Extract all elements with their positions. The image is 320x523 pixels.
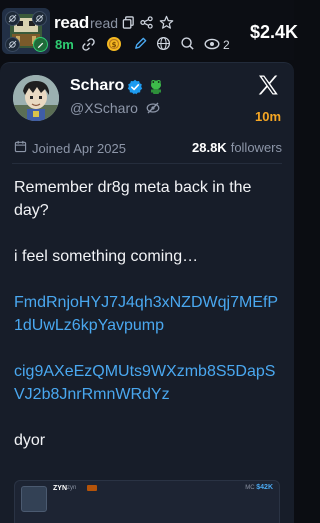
pen-icon[interactable]: [133, 36, 148, 51]
token-name: read: [54, 13, 90, 32]
tweet-body: Remember dr8g meta back in the day? i fe…: [14, 176, 286, 475]
eye-off-icon[interactable]: [146, 101, 160, 115]
tweet-age: 10m: [255, 109, 282, 124]
embedded-token-card[interactable]: ZYN zyn MC $42K: [14, 480, 280, 523]
followers-label: followers: [230, 140, 282, 155]
verified-badge-icon: [127, 79, 143, 95]
tweet-line: i feel something coming…: [14, 248, 199, 265]
tweet-line: Remember dr8g meta back in the day?: [14, 179, 252, 219]
frog-emoji-icon: [148, 78, 164, 95]
embed-token-name: ZYN: [53, 485, 67, 492]
embed-token-sub: zyn: [67, 485, 77, 491]
contract-address-link[interactable]: cig9AXeEzQMUts9WXzmb8S5DapSVJ2b8JnrRmnWR…: [14, 360, 286, 406]
watcher-count: 2: [223, 38, 230, 52]
token-subname: read: [90, 15, 119, 31]
calendar-icon: [14, 140, 27, 156]
divider: [12, 163, 282, 164]
tweet-line: dyor: [14, 432, 46, 449]
tweet-card[interactable]: Scharo @XScharo 10m Joined Apr 2025 28.8…: [0, 62, 294, 523]
svg-text:$: $: [112, 41, 117, 49]
share-icon[interactable]: [140, 16, 153, 29]
embed-tag: [87, 485, 97, 491]
eye-icon: [204, 37, 220, 51]
coin-icon[interactable]: $: [106, 36, 122, 52]
eye-off-icon: [5, 11, 20, 26]
token-header: read read 8m $ 2 $2.4K: [0, 0, 298, 60]
author-handle[interactable]: @XScharo: [70, 100, 138, 116]
contract-address-link[interactable]: FmdRnjoHYJ7J4qh3xNZDWqj7MEfP1dUwLz6kpYav…: [14, 291, 286, 337]
token-thumbnail[interactable]: [2, 8, 50, 54]
avatar[interactable]: [13, 75, 59, 121]
embed-market-cap: MC $42K: [245, 484, 273, 491]
author-name[interactable]: Scharo: [70, 77, 124, 95]
joined-label: Joined Apr 2025: [32, 140, 126, 156]
joined-date: Joined Apr 2025: [14, 140, 126, 156]
avatar-image: [13, 75, 59, 121]
link-icon[interactable]: [81, 37, 96, 52]
eye-off-icon: [32, 11, 47, 26]
star-icon[interactable]: [159, 15, 174, 30]
globe-icon[interactable]: [156, 36, 171, 51]
eye-off-icon: [5, 37, 20, 52]
embed-thumbnail: [21, 486, 47, 512]
embed-mc-value: $42K: [256, 484, 273, 491]
pen-icon: [33, 37, 48, 52]
followers-number: 28.8K: [192, 140, 227, 155]
x-logo-icon[interactable]: [256, 73, 280, 97]
copy-icon[interactable]: [122, 16, 135, 29]
market-cap: $2.4K: [250, 22, 299, 42]
search-icon[interactable]: [180, 36, 195, 51]
followers-count: 28.8K followers: [192, 140, 282, 155]
embed-mc-label: MC: [245, 485, 255, 491]
token-age: 8m: [55, 37, 74, 52]
